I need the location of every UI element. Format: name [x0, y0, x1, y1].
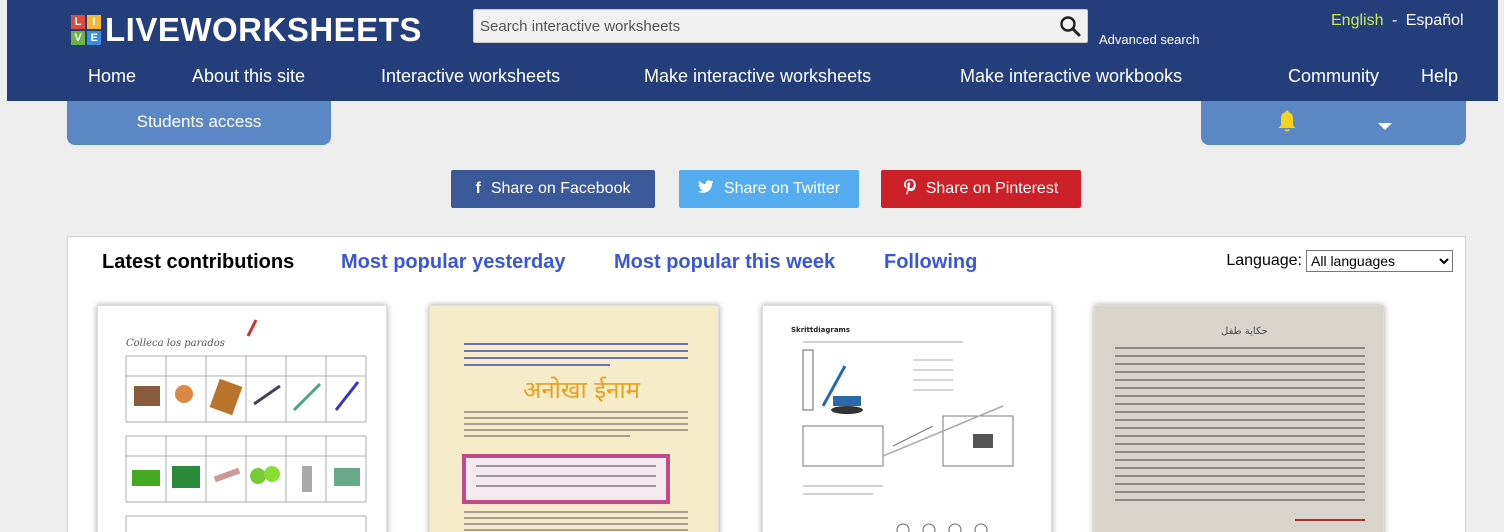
worksheet-title-text: अनोखा ईनाम	[523, 376, 641, 404]
language-label: Language:	[1226, 252, 1302, 269]
physics-diagrams-worksheet-thumbnail: Skrittdiagrams	[791, 326, 1014, 532]
share-twitter-button[interactable]: Share on Twitter	[679, 170, 859, 208]
bell-icon[interactable]	[1276, 110, 1298, 134]
share-pinterest-button[interactable]: Share on Pinterest	[881, 170, 1081, 208]
nav-home[interactable]: Home	[88, 66, 136, 87]
twitter-bird-icon	[697, 179, 714, 199]
worksheet-card[interactable]: Skrittdiagrams	[762, 305, 1052, 532]
search-input[interactable]	[474, 10, 1054, 42]
nav-make-worksheets[interactable]: Make interactive worksheets	[644, 66, 871, 87]
tab-latest-contributions[interactable]: Latest contributions	[102, 251, 294, 274]
french-vocabulary-worksheet-thumbnail: Colleca los parados	[125, 319, 367, 532]
language-english-link[interactable]: English	[1331, 12, 1383, 29]
nav-make-workbooks[interactable]: Make interactive workbooks	[960, 66, 1182, 87]
notifications-panel-tab[interactable]	[1201, 101, 1466, 145]
worksheet-card[interactable]: حكاية طفل	[1094, 305, 1384, 532]
liveworksheets-logo[interactable]: L I V E LIVEWORKSHEETS	[71, 10, 422, 50]
search-icon[interactable]	[1059, 15, 1081, 37]
top-header-bar: L I V E LIVEWORKSHEETS Advanced search E…	[7, 0, 1498, 101]
tab-most-popular-this-week[interactable]: Most popular this week	[614, 251, 835, 274]
tab-following[interactable]: Following	[884, 251, 977, 274]
nav-community[interactable]: Community	[1288, 66, 1379, 87]
logo-letter: V	[71, 31, 85, 45]
logo-grid-icon: L I V E	[71, 15, 101, 45]
search-box	[473, 9, 1088, 43]
worksheet-card[interactable]: अनोखा ईनाम	[429, 305, 719, 532]
nav-interactive-worksheets[interactable]: Interactive worksheets	[381, 66, 560, 87]
caret-down-icon[interactable]	[1378, 123, 1392, 130]
worksheet-title-text: Skrittdiagrams	[791, 326, 850, 334]
pinterest-icon	[903, 178, 916, 200]
share-facebook-button[interactable]: f Share on Facebook	[451, 170, 655, 208]
worksheet-card[interactable]: Colleca los parados	[97, 305, 387, 532]
share-facebook-label: Share on Facebook	[490, 180, 631, 197]
worksheet-title-text: حكاية طفل	[1221, 326, 1268, 337]
tab-most-popular-yesterday[interactable]: Most popular yesterday	[341, 251, 566, 274]
advanced-search-link[interactable]: Advanced search	[1099, 32, 1199, 47]
worksheet-title-text: Colleca los parados	[126, 338, 225, 349]
language-filter: Language: All languages	[1226, 250, 1453, 272]
logo-letter: E	[87, 31, 101, 45]
logo-text: LIVEWORKSHEETS	[105, 11, 422, 48]
facebook-icon: f	[475, 180, 481, 197]
nav-help[interactable]: Help	[1421, 66, 1458, 87]
hindi-story-worksheet-thumbnail: अनोखा ईनाम	[462, 343, 688, 531]
nav-about[interactable]: About this site	[192, 66, 305, 87]
arabic-text-worksheet-thumbnail: حكاية طفل	[1115, 326, 1365, 521]
share-pinterest-label: Share on Pinterest	[925, 180, 1059, 197]
language-switcher: English - Español	[1331, 12, 1464, 30]
share-twitter-label: Share on Twitter	[723, 180, 841, 197]
contributions-panel: Latest contributions Most popular yester…	[67, 236, 1466, 532]
language-separator: -	[1391, 12, 1398, 29]
language-select[interactable]: All languages	[1306, 250, 1453, 272]
logo-letter: I	[87, 15, 101, 29]
students-access-button[interactable]: Students access	[67, 101, 331, 145]
language-spanish-link[interactable]: Español	[1406, 12, 1464, 29]
logo-letter: L	[71, 15, 85, 29]
main-navigation: Home About this site Interactive workshe…	[7, 66, 1498, 96]
